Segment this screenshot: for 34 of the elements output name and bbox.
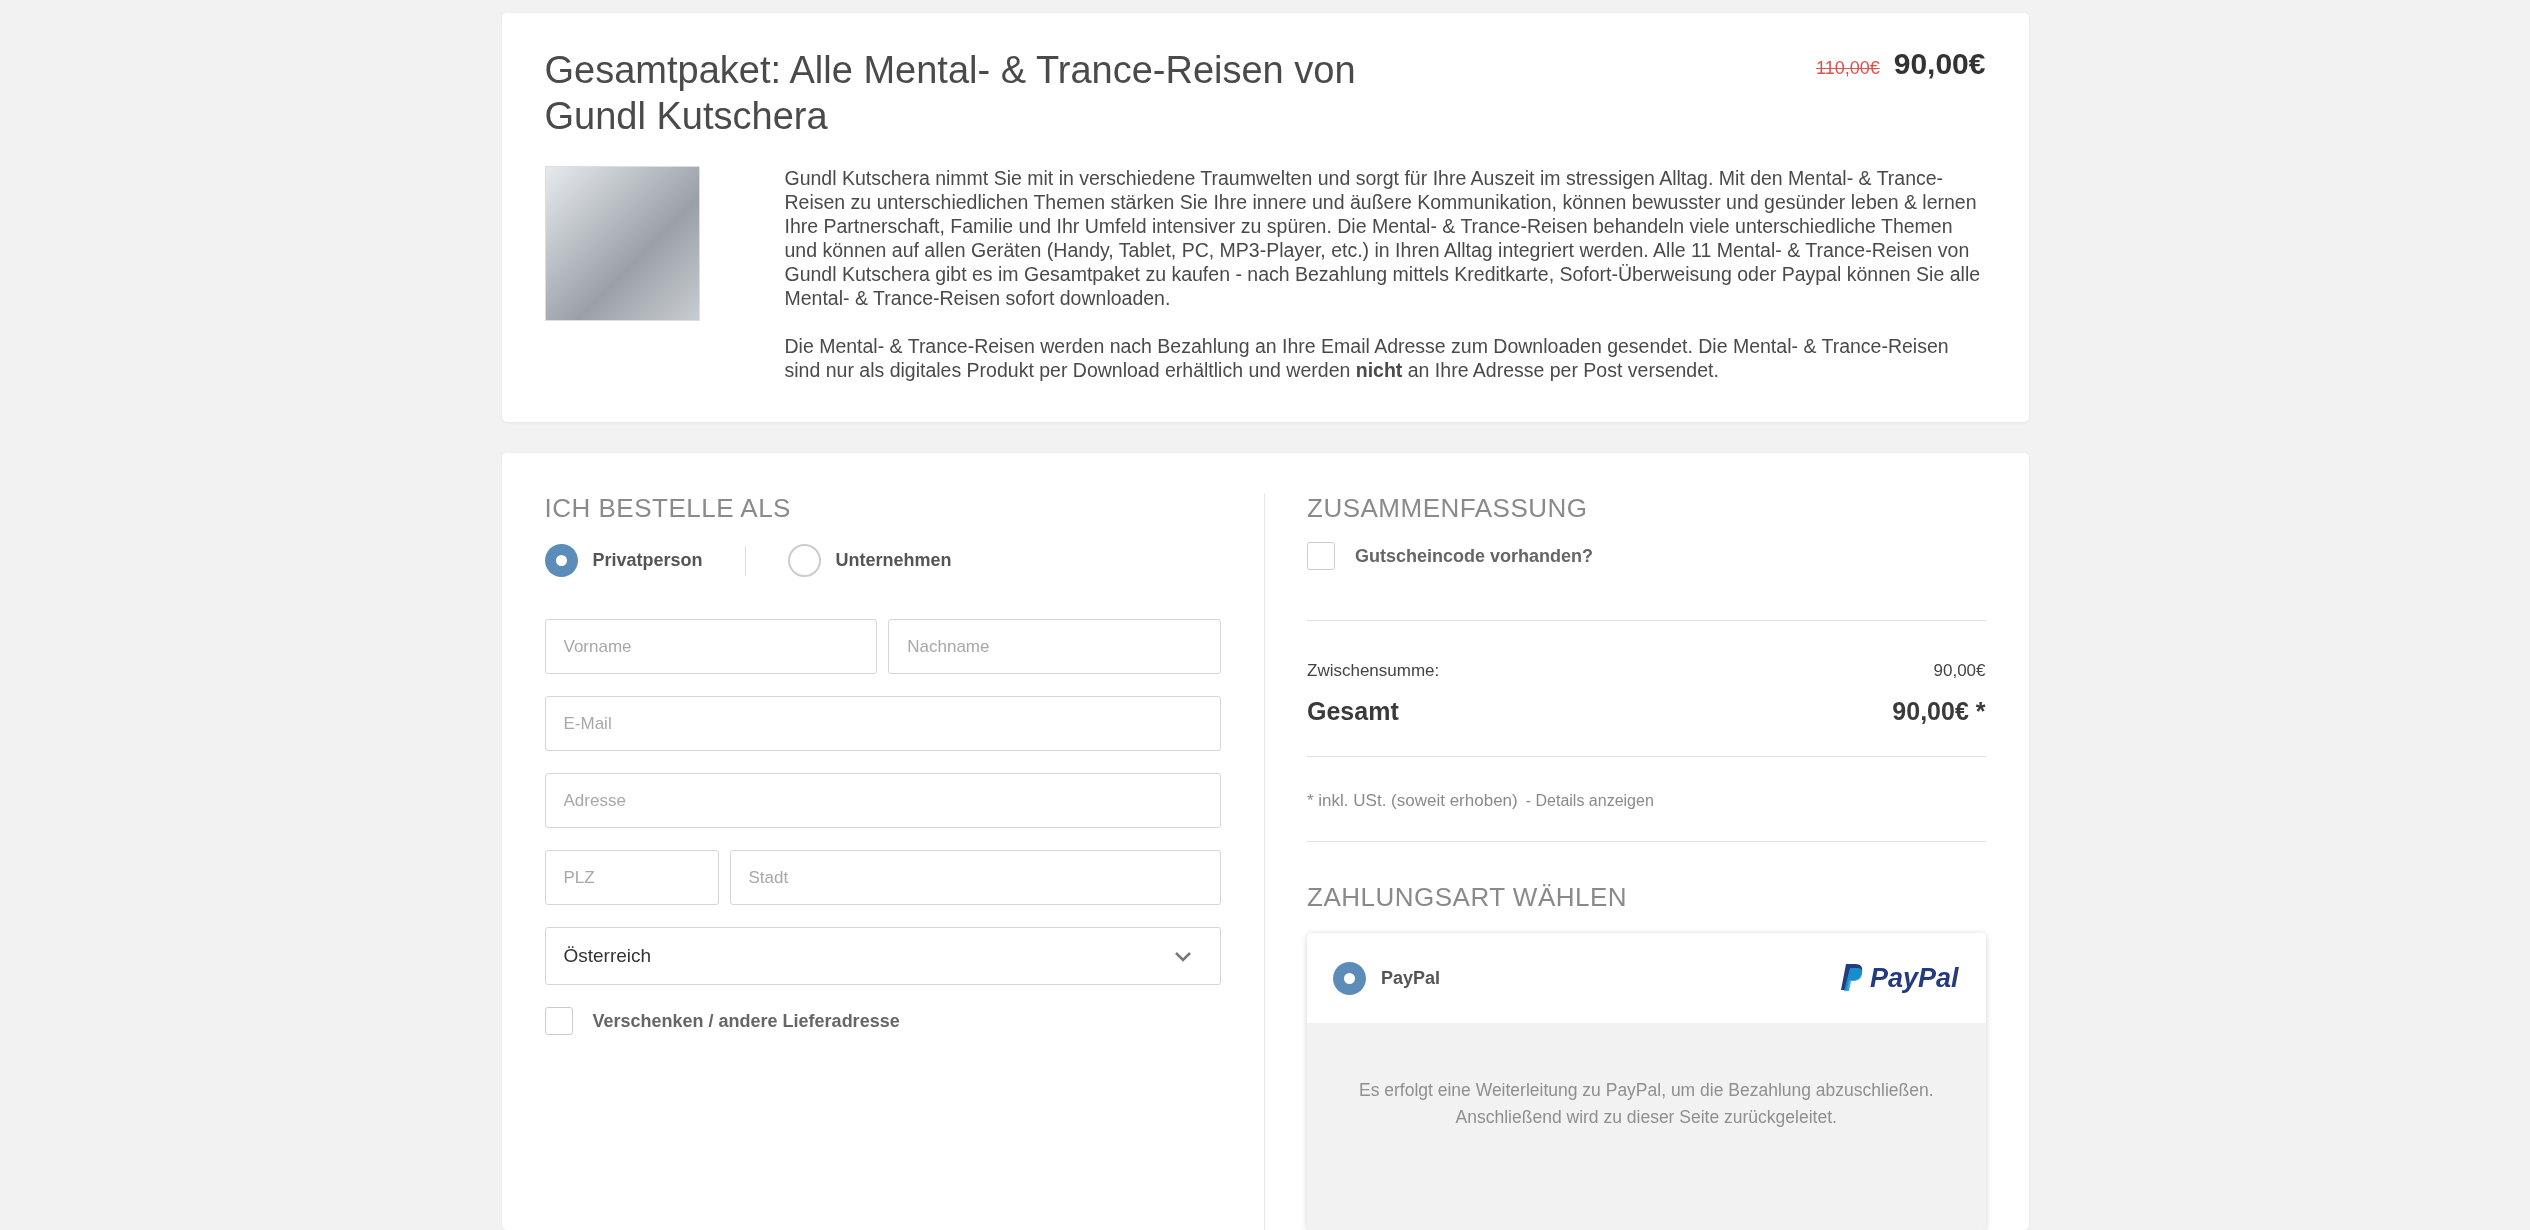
section-heading: ICH BESTELLE ALS [544, 493, 792, 524]
input-field[interactable]: Nachname [888, 619, 1221, 674]
subtotal-label: Zwischensumme: [1307, 661, 1440, 681]
description-paragraph: Gundl Kutschera nimmt Sie mit in verschiedene Traumwelten und sorgt für Ihre Auszeit im stressigen Alltag. Mit den Mental- & Trance-Reisen zu unterschiedlichen Themen stärken Sie Ihre innere und äußere Kommunikation, können bewusster und gesünder leben & lernen Ihre Partnerschaft, Familie und Ihr Umfeld intensiver zu spüren. Die Mental- & Trance-Reisen behandeln viele unterschiedliche Themen und können auf allen Geräten (Handy, Tablet, PC, MP3-Player, etc.) in Ihren Alltag integriert werden. Alle 11 Mental- & Trance-Reisen von Gundl Kutschera gibt es im Gesamtpaket zu kaufen - nach Bezahlung mittels Kreditkarte, Sofort-Überweisung oder Paypal können Sie alle Mental- & Trance-Reisen sofort downloaden. [784, 166, 1982, 310]
radio-option[interactable]: Unternehmen [787, 544, 952, 577]
country-select[interactable]: Österreich [544, 927, 1221, 985]
subtotal-value: 90,00€ [1933, 661, 1986, 681]
product-title: Gesamtpaket: Alle Mental- & Trance-Reisen von Gundl Kutschera [544, 48, 1357, 139]
payment-option[interactable]: PayPal [1333, 961, 1441, 995]
payment-info: Es erfolgt eine Weiterleitung zu PayPal, um die Bezahlung abzuschließen. Anschließend wird zu dieser Seite zurückgeleitet. [1357, 1079, 1935, 1129]
voucher-checkbox-row[interactable]: Gutscheincode vorhanden? [1307, 542, 1986, 570]
section-heading: ZUSAMMENFASSUNG [1307, 493, 1589, 524]
chevron-down-icon [1174, 950, 1192, 962]
p-logo-icon [1839, 964, 1864, 992]
input-field[interactable]: Vorname [544, 619, 878, 674]
price: 90,00€ [1893, 47, 1986, 81]
checkbox[interactable] [544, 1007, 573, 1035]
old-price: 110,00€ [1816, 58, 1880, 79]
checkbox[interactable] [1307, 542, 1335, 570]
paypal-logo-text: PayPal [1869, 962, 1959, 994]
tax-note: * inkl. USt. (soweit erhoben) [1307, 791, 1518, 811]
section-heading: ZAHLUNGSART WÄHLEN [1307, 882, 1629, 913]
radio-icon[interactable] [1333, 961, 1366, 995]
gift-checkbox-row[interactable]: Verschenken / andere Lieferadresse [544, 1007, 1221, 1035]
radio-icon[interactable] [787, 544, 821, 577]
description-paragraph: Die Mental- & Trance-Reisen werden nach Bezahlung an Ihre Email Adresse zum Downloaden gesendet. Die Mental- & Trance-Reisen sind nur als digitales Produkt per Download erhältlich und werden nicht an Ihre Adresse per Post versendet. [784, 334, 1950, 382]
radio-icon[interactable] [544, 544, 578, 577]
total-value: 90,00€ * [1892, 697, 1986, 726]
input-field[interactable]: E-Mail [544, 696, 1221, 751]
input-field[interactable]: Stadt [729, 850, 1221, 905]
input-field[interactable]: Adresse [544, 773, 1221, 828]
total-label: Gesamt [1307, 697, 1399, 726]
input-field[interactable]: PLZ [544, 850, 719, 905]
radio-option[interactable]: Privatperson [544, 544, 703, 577]
